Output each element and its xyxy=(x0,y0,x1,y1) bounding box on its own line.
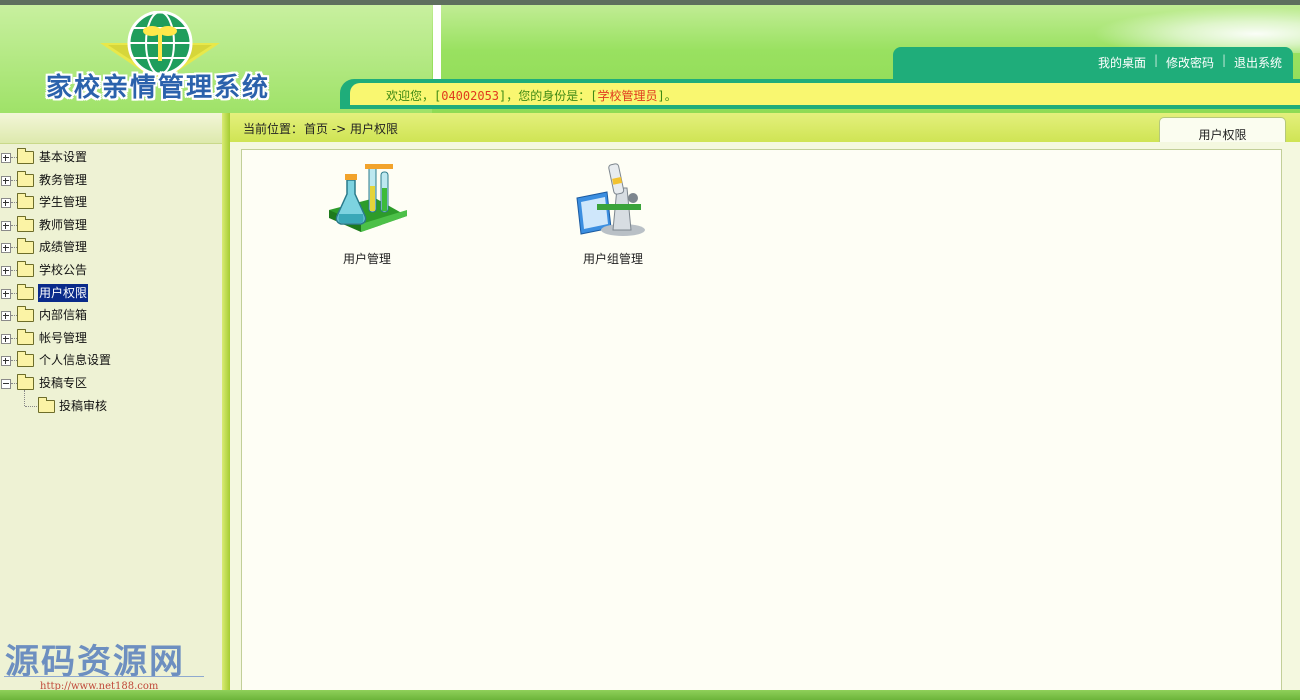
folder-icon xyxy=(17,148,34,164)
my-desktop-link[interactable]: 我的桌面 xyxy=(1098,54,1146,71)
collapse-icon[interactable] xyxy=(1,378,11,389)
cloud-decoration xyxy=(1080,5,1300,53)
expand-icon[interactable] xyxy=(1,220,11,231)
user-management-item[interactable]: 用户管理 xyxy=(307,158,427,267)
breadcrumb-bar: 当前位置： 首页 -> 用户权限 用户权限 xyxy=(230,113,1300,144)
folder-icon xyxy=(17,260,34,277)
expand-icon[interactable] xyxy=(1,265,11,276)
folder-icon xyxy=(17,238,34,255)
header-divider xyxy=(433,5,441,80)
sidebar-splitter[interactable] xyxy=(222,113,230,690)
expand-icon[interactable] xyxy=(1,153,11,163)
tab-user-permissions[interactable]: 用户权限 xyxy=(1159,117,1286,144)
user-id: 04002053 xyxy=(441,89,500,103)
sidebar-item-label[interactable]: 投稿审核 xyxy=(58,397,108,415)
folder-icon xyxy=(17,373,34,390)
main-content: 用户管理 用户组管理 xyxy=(230,142,1300,691)
folder-icon xyxy=(17,328,34,345)
sidebar-item-label[interactable]: 教务管理 xyxy=(38,171,88,189)
folder-icon xyxy=(17,283,34,300)
sidebar-item-label-selected[interactable]: 用户权限 xyxy=(38,283,89,302)
sidebar-item-label[interactable]: 投稿专区 xyxy=(38,374,88,392)
folder-icon xyxy=(17,215,34,232)
logout-link[interactable]: 退出系统 xyxy=(1234,54,1282,71)
top-links-bar: 我的桌面 | 修改密码 | 退出系统 xyxy=(893,47,1293,79)
breadcrumb-label: 当前位置： xyxy=(243,122,304,136)
expand-icon[interactable] xyxy=(1,311,11,322)
sidebar-header xyxy=(0,113,222,144)
watermark-underline xyxy=(4,676,204,677)
user-group-management-item[interactable]: 用户组管理 xyxy=(553,158,673,267)
breadcrumb: 首页 -> 用户权限 xyxy=(304,122,399,136)
sidebar-item-label[interactable]: 教师管理 xyxy=(38,216,88,234)
sidebar-item-label[interactable]: 学生管理 xyxy=(38,193,88,211)
folder-icon xyxy=(17,306,34,323)
sidebar-item-label[interactable]: 个人信息设置 xyxy=(38,351,112,369)
expand-icon[interactable] xyxy=(1,356,11,367)
folder-icon xyxy=(17,351,34,368)
app-title: 家校亲情管理系统 xyxy=(46,73,271,103)
welcome-message: 欢迎您，[04002053]，您的身份是：[学校管理员]。 xyxy=(386,89,677,103)
folder-icon xyxy=(38,396,55,413)
watermark-url: http://www.net188.com xyxy=(40,681,159,690)
welcome-bar: 欢迎您，[04002053]，您的身份是：[学校管理员]。 xyxy=(340,79,1300,109)
sidebar-item-label[interactable]: 内部信箱 xyxy=(38,306,88,324)
item-label: 用户管理 xyxy=(342,252,391,266)
microscope-icon xyxy=(576,163,645,236)
expand-icon[interactable] xyxy=(1,243,11,254)
link-separator: | xyxy=(1222,53,1227,67)
sidebar-item-label[interactable]: 基本设置 xyxy=(38,148,88,166)
folder-icon xyxy=(17,193,34,210)
sidebar: 基本设置 教务管理 学生管理 教师管理 成绩管理 学校公告 用户权限 内部信箱 … xyxy=(0,144,222,690)
chemistry-flask-icon xyxy=(329,164,407,232)
item-label: 用户组管理 xyxy=(582,252,643,266)
expand-icon[interactable] xyxy=(1,333,11,344)
sidebar-item-label[interactable]: 学校公告 xyxy=(38,261,88,279)
expand-icon[interactable] xyxy=(1,175,11,186)
expand-icon[interactable] xyxy=(1,198,11,209)
sidebar-item-label[interactable]: 帐号管理 xyxy=(38,329,88,347)
change-password-link[interactable]: 修改密码 xyxy=(1166,54,1214,71)
sidebar-item-label[interactable]: 成绩管理 xyxy=(38,238,88,256)
folder-icon xyxy=(17,170,34,187)
expand-icon[interactable] xyxy=(1,288,11,299)
content-panel: 用户管理 用户组管理 xyxy=(241,149,1282,691)
header: 家校亲情管理系统 我的桌面 | 修改密码 | 退出系统 欢迎您，[0400205… xyxy=(0,0,1300,113)
user-role: 学校管理员 xyxy=(597,89,658,103)
tab-label: 用户权限 xyxy=(1198,128,1247,142)
link-separator: | xyxy=(1154,53,1159,67)
bottom-bar xyxy=(0,690,1300,700)
